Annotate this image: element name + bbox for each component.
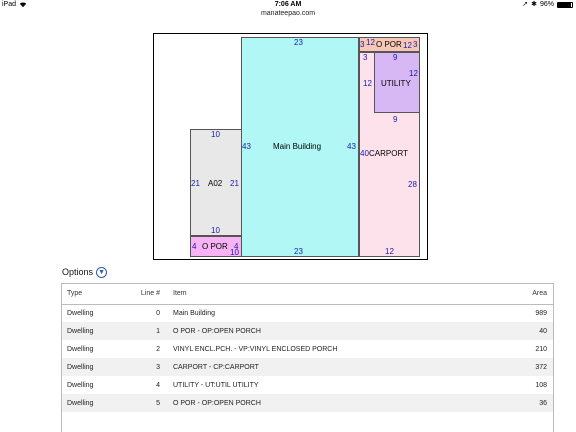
cell-area: 108 xyxy=(535,381,547,389)
carport-right-dim: 28 xyxy=(408,180,417,189)
cell-area: 36 xyxy=(493,394,553,412)
carport-label: CARPORT xyxy=(369,149,408,158)
header-item: Item xyxy=(168,284,493,305)
main-building-label: Main Building xyxy=(273,142,322,151)
header-area: Area xyxy=(493,284,553,305)
cell-line: 5 xyxy=(116,394,168,412)
a02-bottom-dim: 10 xyxy=(211,226,220,235)
cell-type: Dwelling xyxy=(62,358,116,376)
cell-area: 210 xyxy=(535,345,547,353)
oporch-top-right-a-dim: 12 xyxy=(403,41,412,50)
utility-top-dim: 9 xyxy=(393,53,398,62)
cell-item: VINYL ENCL.PCH. - VP:VINYL ENCLOSED PORC… xyxy=(173,345,338,353)
cell-line: 1 xyxy=(116,322,168,340)
chevron-down-icon[interactable]: ▼ xyxy=(96,266,108,278)
cell-line: 0 xyxy=(156,309,160,317)
cell-area: 372 xyxy=(493,358,553,376)
cell-line: 2 xyxy=(156,345,160,353)
open-porch-top-label: O POR xyxy=(376,40,402,49)
options-label: Options xyxy=(62,267,94,277)
clock: 7:06 AM xyxy=(274,1,302,8)
cell-item: O POR - OP:OPEN PORCH xyxy=(168,394,493,412)
oporch-bottom-dim: 10 xyxy=(230,248,239,257)
utility-label: UTILITY xyxy=(381,79,411,88)
status-bar: iPad 7:06 AM ➚ ✱ 96% xyxy=(0,0,576,9)
carport-bottom-dim: 12 xyxy=(385,247,394,256)
options-toggle[interactable]: Options ▼ xyxy=(62,266,108,278)
cell-item: UTILITY - UT:UTIL UTILITY xyxy=(173,381,259,389)
main-left-dim: 43 xyxy=(242,142,251,151)
utility-right-dim: 12 xyxy=(409,69,418,78)
main-top-dim: 23 xyxy=(294,38,303,47)
cell-type: Dwelling xyxy=(67,309,94,317)
table-row: Dwelling 5 O POR - OP:OPEN PORCH 36 xyxy=(62,394,553,412)
cell-line: 3 xyxy=(116,358,168,376)
header-type: Type xyxy=(62,284,116,305)
table-row: Dwelling 0 Main Building 989 xyxy=(62,304,553,322)
carport-left-dim: 40 xyxy=(360,149,369,158)
table-row: Dwelling 1 O POR - OP:OPEN PORCH 40 xyxy=(62,322,553,340)
property-sketch: 23 23 43 43 Main Building 10 21 21 10 A0… xyxy=(153,33,428,260)
cell-area: 40 xyxy=(493,322,553,340)
oporch-left-dim: 4 xyxy=(192,242,197,251)
cell-type: Dwelling xyxy=(62,394,116,412)
cell-type: Dwelling xyxy=(62,322,116,340)
cell-item: CARPORT - CP:CARPORT xyxy=(168,358,493,376)
oporch-top-right-b-dim: 3 xyxy=(413,40,418,49)
bluetooth-icon: ✱ xyxy=(531,1,537,8)
battery-percent: 96% xyxy=(539,1,554,8)
cell-type: Dwelling xyxy=(67,381,94,389)
cell-item: O POR - OP:OPEN PORCH xyxy=(168,322,493,340)
oporch-top-left-dim: 3 xyxy=(360,40,365,49)
cell-area: 989 xyxy=(535,309,547,317)
cell-item: Main Building xyxy=(173,309,216,317)
header-line: Line # xyxy=(116,284,168,305)
cell-type: Dwelling xyxy=(67,345,94,353)
utility-bottom-dim: 9 xyxy=(393,115,398,124)
a02-label: A02 xyxy=(208,179,223,188)
cell-line: 4 xyxy=(156,381,160,389)
battery-icon xyxy=(557,1,573,8)
a02-right-dim: 21 xyxy=(230,179,239,188)
utility-left-dim: 12 xyxy=(363,79,372,88)
battery-fill xyxy=(558,2,572,7)
table-header-row: Type Line # Item Area xyxy=(62,284,553,305)
location-icon: ➚ xyxy=(522,1,529,8)
table-row: Dwelling 2 VINYL ENCL.PCH. - VP:VINYL EN… xyxy=(62,340,553,358)
sketch-items-table: Type Line # Item Area Dwelling 0 Main Bu… xyxy=(61,283,554,432)
open-porch-left-label: O POR xyxy=(202,242,228,251)
main-right-dim: 43 xyxy=(347,142,356,151)
table-row: Dwelling 4 UTILITY - UT:UTIL UTILITY 108 xyxy=(62,376,553,394)
status-right: ➚ ✱ 96% xyxy=(522,0,573,9)
main-bottom-dim: 23 xyxy=(294,247,303,256)
oporch-top-under-dim: 3 xyxy=(363,53,368,62)
a02-top-dim: 10 xyxy=(211,130,220,139)
oporch-top-top-dim: 12 xyxy=(366,38,375,47)
table-row: Dwelling 3 CARPORT - CP:CARPORT 372 xyxy=(62,358,553,376)
a02-left-dim: 21 xyxy=(191,179,200,188)
address-bar[interactable]: manateepao.com xyxy=(0,9,576,19)
